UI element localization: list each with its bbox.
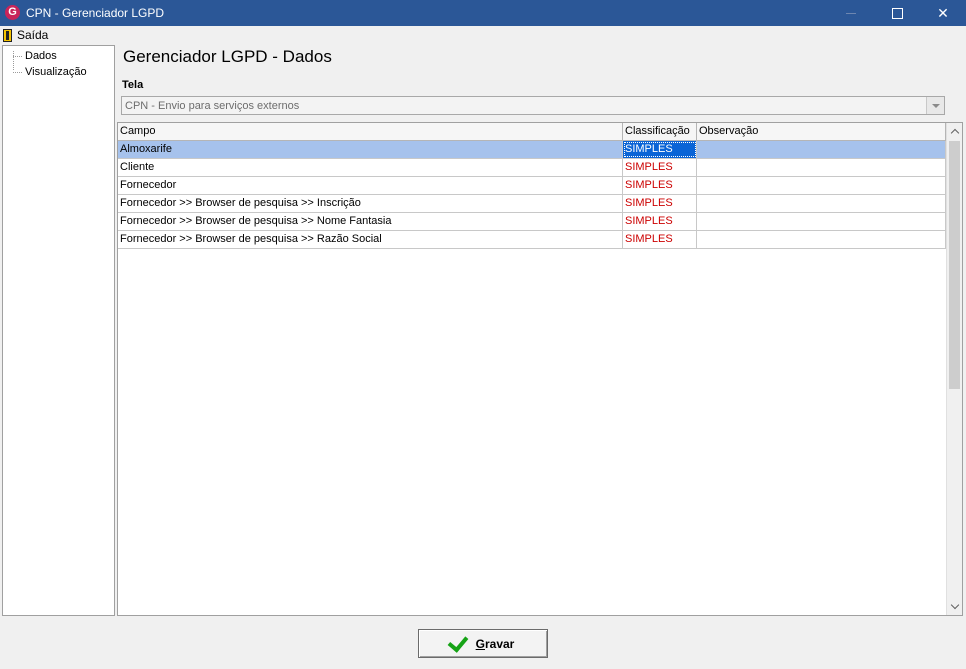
- save-button[interactable]: Gravar: [418, 629, 548, 658]
- table-row[interactable]: Fornecedor >> Browser de pesquisa >> Ins…: [118, 195, 946, 213]
- cell-campo[interactable]: Fornecedor >> Browser de pesquisa >> Raz…: [118, 231, 623, 248]
- cell-observacao[interactable]: [697, 195, 946, 212]
- exit-door-icon: [3, 28, 12, 42]
- maximize-icon: [891, 7, 903, 19]
- scrollbar-thumb[interactable]: [949, 141, 960, 389]
- cell-classificacao[interactable]: SIMPLES: [623, 159, 697, 176]
- exit-menu-label: Saída: [17, 28, 49, 42]
- column-header-classificacao[interactable]: Classificação: [623, 123, 697, 140]
- scroll-up-button[interactable]: [947, 123, 962, 140]
- grid-vertical-scrollbar[interactable]: [946, 123, 962, 615]
- save-button-label: Gravar: [475, 636, 515, 651]
- cell-observacao[interactable]: [697, 231, 946, 248]
- cell-classificacao[interactable]: SIMPLES: [623, 231, 697, 248]
- window-title: CPN - Gerenciador LGPD: [26, 6, 165, 20]
- column-header-observacao[interactable]: Observação: [697, 123, 946, 140]
- chevron-down-icon: [950, 600, 959, 610]
- table-row[interactable]: Fornecedor SIMPLES: [118, 177, 946, 195]
- tree-connector: [13, 56, 22, 57]
- tree-connector: [13, 72, 22, 73]
- tela-select-value: CPN - Envio para serviços externos: [125, 100, 300, 112]
- checkmark-icon: [447, 630, 469, 653]
- table-row[interactable]: Cliente SIMPLES: [118, 159, 946, 177]
- tree-item-visualizacao[interactable]: Visualização: [13, 64, 87, 80]
- scroll-down-button[interactable]: [947, 598, 962, 615]
- tela-label: Tela: [122, 79, 144, 91]
- cell-classificacao[interactable]: SIMPLES: [623, 177, 697, 194]
- maximize-button[interactable]: [874, 0, 920, 26]
- cell-campo[interactable]: Fornecedor >> Browser de pesquisa >> Nom…: [118, 213, 623, 230]
- table-row[interactable]: Almoxarife SIMPLES: [118, 141, 946, 159]
- app-logo-icon[interactable]: G: [5, 5, 20, 20]
- column-header-campo[interactable]: Campo: [118, 123, 623, 140]
- tree-item-dados[interactable]: Dados: [13, 48, 57, 64]
- minimize-icon: [846, 12, 856, 14]
- cell-observacao[interactable]: [697, 177, 946, 194]
- page-title: Gerenciador LGPD - Dados: [123, 47, 332, 66]
- cell-campo[interactable]: Fornecedor: [118, 177, 623, 194]
- chevron-up-icon: [950, 128, 959, 138]
- cell-campo[interactable]: Cliente: [118, 159, 623, 176]
- chevron-down-icon: [931, 103, 940, 108]
- close-button[interactable]: ✕: [920, 0, 966, 26]
- title-bar: G CPN - Gerenciador LGPD ✕: [0, 0, 966, 26]
- close-icon: ✕: [937, 4, 949, 21]
- table-row[interactable]: Fornecedor >> Browser de pesquisa >> Raz…: [118, 231, 946, 249]
- cell-observacao[interactable]: [697, 213, 946, 230]
- tela-dropdown-button[interactable]: [926, 97, 944, 114]
- navigation-tree: Dados Visualização: [2, 45, 115, 616]
- tree-item-label: Visualização: [25, 66, 87, 78]
- minimize-button[interactable]: [828, 0, 874, 26]
- grid-header: Campo Classificação Observação: [118, 123, 946, 141]
- table-row[interactable]: Fornecedor >> Browser de pesquisa >> Nom…: [118, 213, 946, 231]
- data-grid[interactable]: Campo Classificação Observação Almoxarif…: [117, 122, 963, 616]
- cell-classificacao[interactable]: SIMPLES: [623, 141, 697, 158]
- cell-observacao[interactable]: [697, 141, 946, 158]
- cell-campo[interactable]: Almoxarife: [118, 141, 623, 158]
- tree-item-label: Dados: [25, 50, 57, 62]
- tela-select[interactable]: CPN - Envio para serviços externos: [121, 96, 945, 115]
- exit-menu-item[interactable]: Saída: [3, 27, 48, 43]
- cell-campo[interactable]: Fornecedor >> Browser de pesquisa >> Ins…: [118, 195, 623, 212]
- cell-classificacao[interactable]: SIMPLES: [623, 195, 697, 212]
- cell-classificacao[interactable]: SIMPLES: [623, 213, 697, 230]
- cell-observacao[interactable]: [697, 159, 946, 176]
- menu-bar: Saída: [0, 26, 966, 44]
